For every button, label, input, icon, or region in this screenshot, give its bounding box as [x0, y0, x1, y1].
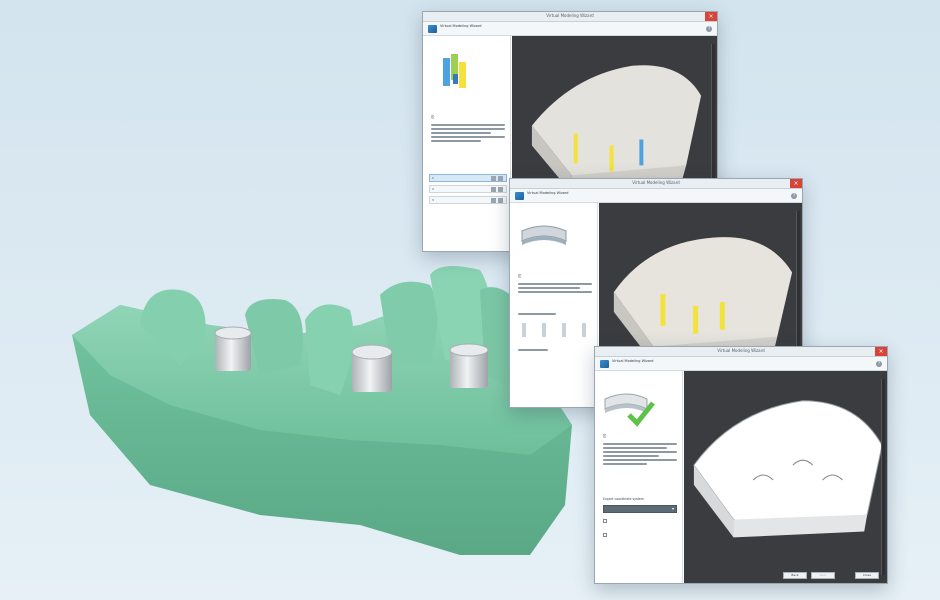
back-button[interactable]: Back	[783, 572, 807, 579]
wizard-header: Virtual Modeling Wizard ?	[595, 357, 887, 371]
window-title: Virtual Modeling Wizard	[632, 180, 680, 185]
wizard-left-panel: ⓘ Export coordinate system ▾	[595, 371, 683, 583]
export-section-label: Export coordinate system	[603, 497, 644, 501]
wizard-header-title: Virtual Modeling Wizard	[612, 359, 654, 363]
implant-row[interactable]: 2	[429, 185, 507, 193]
checkbox[interactable]	[603, 533, 607, 537]
window-title: Virtual Modeling Wizard	[717, 348, 765, 353]
dental-stone-model	[60, 255, 580, 590]
row-control-icon[interactable]	[491, 187, 496, 192]
instruction-text-placeholder	[603, 443, 677, 467]
3d-viewport[interactable]	[684, 371, 887, 583]
window-title: Virtual Modeling Wizard	[546, 13, 594, 18]
row-control-icon[interactable]	[491, 198, 496, 203]
wizard-left-panel: ⓘ	[510, 203, 598, 407]
implant-row-number: 1	[432, 176, 434, 180]
wizard-header-title: Virtual Modeling Wizard	[527, 191, 569, 195]
scan-model-render	[693, 400, 883, 538]
window-titlebar[interactable]: Virtual Modeling Wizard ×	[423, 12, 717, 22]
implant-row[interactable]: 3	[429, 196, 507, 204]
row-control-icon[interactable]	[498, 176, 503, 181]
row-control-icon[interactable]	[498, 198, 503, 203]
option-checkbox-row[interactable]	[603, 533, 609, 537]
row-control-icon[interactable]	[498, 187, 503, 192]
viewport-scrollbar[interactable]	[881, 379, 885, 575]
info-icon: ⓘ	[518, 274, 522, 278]
window-titlebar[interactable]: Virtual Modeling Wizard ×	[510, 179, 802, 189]
coordinate-system-dropdown[interactable]: ▾	[603, 505, 677, 513]
plate-with-checkmark-illustration	[604, 393, 655, 427]
info-icon: ⓘ	[603, 434, 607, 438]
close-icon[interactable]: ×	[705, 12, 717, 21]
option-checkbox-row[interactable]	[603, 519, 609, 523]
help-icon[interactable]: ?	[876, 361, 882, 367]
help-icon[interactable]: ?	[791, 193, 797, 199]
dental-model-graphic	[72, 266, 572, 555]
checkbox[interactable]	[603, 519, 607, 523]
close-button[interactable]: Close	[855, 572, 879, 579]
implant-row-number: 2	[432, 187, 434, 191]
analog-cylinder-1	[214, 326, 252, 371]
app-icon	[600, 360, 609, 368]
implant-row[interactable]: 1	[429, 174, 507, 182]
analog-pins-illustration	[443, 54, 466, 88]
analog-cylinder-2	[351, 344, 393, 392]
analog-cylinder-3	[449, 343, 489, 388]
analog-options[interactable]	[518, 321, 590, 339]
window-titlebar[interactable]: Virtual Modeling Wizard ×	[595, 347, 887, 357]
wizard-header: Virtual Modeling Wizard ?	[510, 189, 802, 203]
close-icon[interactable]: ×	[875, 347, 887, 356]
option-label-placeholder	[518, 313, 592, 317]
wizard-header-title: Virtual Modeling Wizard	[440, 24, 482, 28]
row-control-icon[interactable]	[491, 176, 496, 181]
wizard-left-panel: ⓘ 1 2 3	[423, 36, 511, 251]
base-plate-illustration	[521, 225, 567, 245]
app-icon	[515, 192, 524, 200]
chevron-down-icon: ▾	[671, 506, 674, 511]
implant-row-number: 3	[432, 198, 434, 202]
option-label-placeholder	[518, 349, 592, 353]
help-icon[interactable]: ?	[706, 26, 712, 32]
instruction-text-placeholder	[518, 283, 592, 295]
app-icon	[428, 25, 437, 33]
instruction-text-placeholder	[431, 124, 505, 144]
info-icon: ⓘ	[431, 115, 435, 119]
next-button[interactable]: Next	[811, 572, 835, 579]
wizard-header: Virtual Modeling Wizard ?	[423, 22, 717, 36]
wizard-window-export[interactable]: Virtual Modeling Wizard × Virtual Modeli…	[594, 346, 888, 584]
close-icon[interactable]: ×	[790, 179, 802, 188]
